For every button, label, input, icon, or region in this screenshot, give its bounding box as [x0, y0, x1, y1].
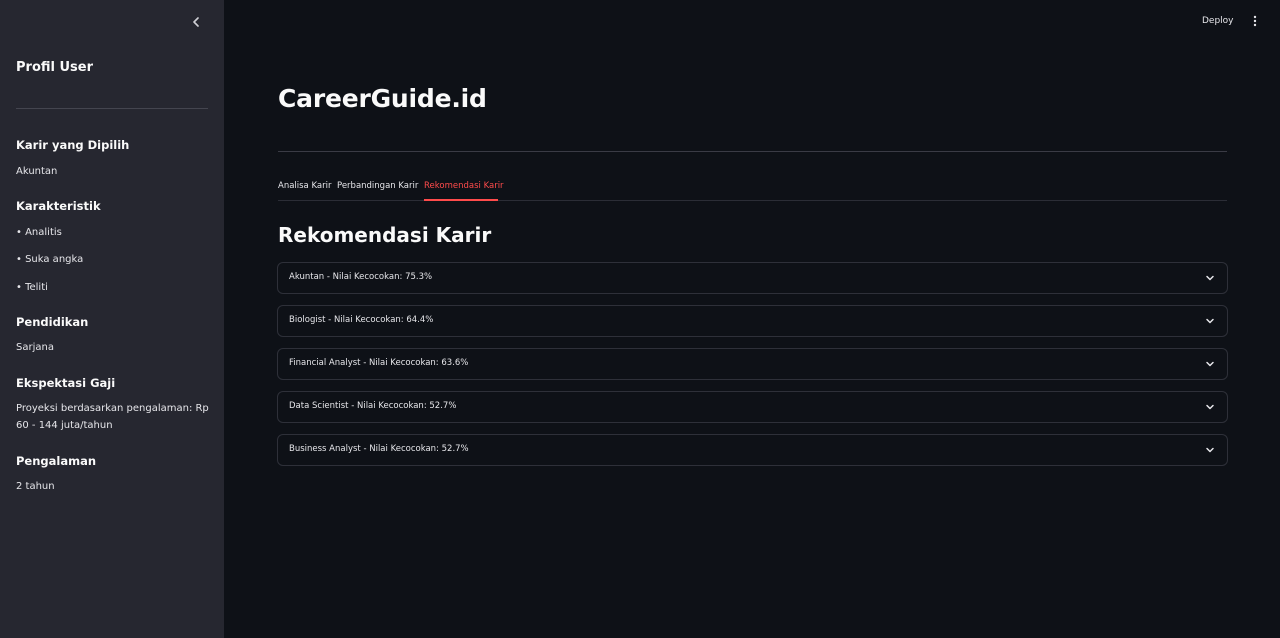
- tab-rekomendasi-karir[interactable]: Rekomendasi Karir: [424, 181, 504, 191]
- recommendation-label: Data Scientist - Nilai Kecocokan: 52.7%: [289, 401, 457, 411]
- karir-dipilih-value: Akuntan: [16, 166, 58, 177]
- heading-ekspektasi-gaji: Ekspektasi Gaji: [16, 376, 116, 390]
- heading-karakteristik: Karakteristik: [16, 199, 101, 213]
- collapse-sidebar-button[interactable]: [188, 14, 204, 30]
- chevron-down-icon: [1206, 318, 1214, 324]
- chevron-down-icon: [1206, 361, 1214, 367]
- tab-perbandingan-karir[interactable]: Perbandingan Karir: [337, 181, 418, 191]
- kebab-menu-icon: [1253, 15, 1257, 27]
- active-tab-indicator: [424, 199, 498, 201]
- tab-bar: Analisa Karir Perbandingan Karir Rekomen…: [278, 176, 1227, 201]
- karakteristik-item: • Teliti: [16, 282, 48, 293]
- recommendation-expander[interactable]: Akuntan - Nilai Kecocokan: 75.3%: [277, 262, 1228, 294]
- heading-pendidikan: Pendidikan: [16, 315, 89, 329]
- tab-analisa-karir[interactable]: Analisa Karir: [278, 181, 331, 191]
- recommendation-expander[interactable]: Biologist - Nilai Kecocokan: 64.4%: [277, 305, 1228, 337]
- main-menu-button[interactable]: [1249, 13, 1261, 29]
- sidebar-title: Profil User: [16, 60, 94, 75]
- pendidikan-value: Sarjana: [16, 342, 54, 353]
- recommendation-label: Business Analyst - Nilai Kecocokan: 52.7…: [289, 444, 469, 454]
- chevron-down-icon: [1206, 447, 1214, 453]
- karakteristik-item: • Suka angka: [16, 254, 84, 265]
- ekspektasi-gaji-value: Proyeksi berdasarkan pengalaman: Rp 60 -…: [16, 403, 209, 431]
- app-title: CareerGuide.id: [278, 84, 487, 113]
- recommendation-label: Financial Analyst - Nilai Kecocokan: 63.…: [289, 358, 469, 368]
- chevron-down-icon: [1206, 275, 1214, 281]
- recommendation-expander[interactable]: Financial Analyst - Nilai Kecocokan: 63.…: [277, 348, 1228, 380]
- title-divider: [278, 151, 1227, 152]
- section-title: Rekomendasi Karir: [278, 223, 492, 247]
- pengalaman-value: 2 tahun: [16, 481, 55, 492]
- recommendation-label: Akuntan - Nilai Kecocokan: 75.3%: [289, 272, 433, 282]
- chevron-left-icon: [193, 17, 199, 27]
- heading-pengalaman: Pengalaman: [16, 454, 97, 468]
- recommendation-label: Biologist - Nilai Kecocokan: 64.4%: [289, 315, 434, 325]
- recommendation-expander[interactable]: Business Analyst - Nilai Kecocokan: 52.7…: [277, 434, 1228, 466]
- deploy-button[interactable]: Deploy: [1202, 13, 1234, 29]
- sidebar: Profil User Karir yang Dipilih Akuntan K…: [0, 0, 224, 638]
- chevron-down-icon: [1206, 404, 1214, 410]
- recommendation-expander[interactable]: Data Scientist - Nilai Kecocokan: 52.7%: [277, 391, 1228, 423]
- sidebar-divider: [16, 108, 208, 109]
- karakteristik-item: • Analitis: [16, 227, 62, 238]
- heading-karir-dipilih: Karir yang Dipilih: [16, 138, 130, 152]
